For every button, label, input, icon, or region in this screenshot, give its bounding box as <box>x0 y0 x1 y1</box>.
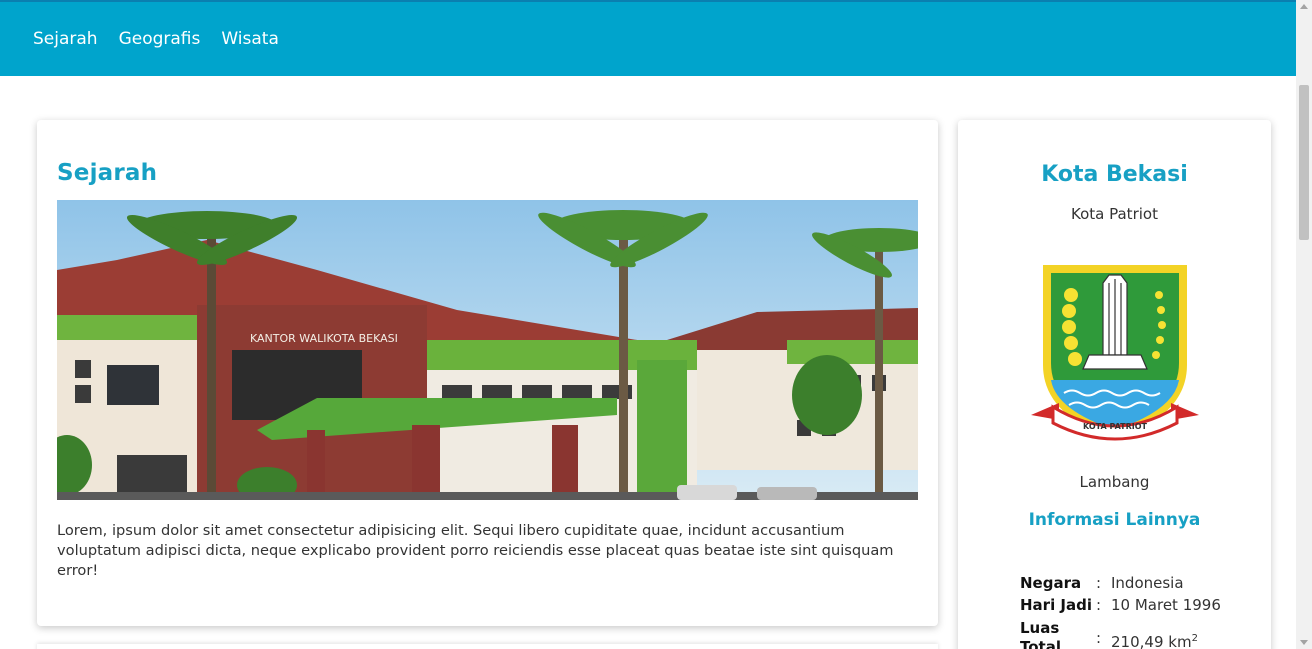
info-row-country: Negara : Indonesia <box>1020 572 1221 594</box>
emblem-caption: Lambang <box>1079 473 1150 491</box>
next-card-peek <box>37 644 938 649</box>
city-emblem-icon: KOTA PATRIOT <box>1030 265 1199 441</box>
emblem-banner-text: KOTA PATRIOT <box>1082 422 1147 431</box>
building-sign-text: KANTOR WALIKOTA BEKASI <box>250 332 398 345</box>
scroll-down-arrow-icon[interactable] <box>1300 640 1308 645</box>
info-value: 10 Maret 1996 <box>1111 596 1221 614</box>
city-title: Kota Bekasi <box>1041 162 1188 187</box>
history-title: Sejarah <box>57 160 158 186</box>
navbar: Sejarah Geografis Wisata <box>0 2 1296 76</box>
city-hall-illustration: KANTOR WALIKOTA BEKASI <box>57 200 918 500</box>
info-row-anniversary: Hari Jadi : 10 Maret 1996 <box>1020 594 1221 616</box>
vertical-scrollbar[interactable] <box>1296 0 1312 649</box>
nav-link-geografis[interactable]: Geografis <box>119 29 201 49</box>
other-info-title: Informasi Lainnya <box>1028 510 1201 530</box>
info-value: Indonesia <box>1111 574 1184 592</box>
history-paragraph: Lorem, ipsum dolor sit amet consectetur … <box>57 522 894 579</box>
info-key: Luas Total <box>1020 619 1061 649</box>
info-value: 210,49 km2 <box>1111 619 1198 649</box>
nav-link-wisata[interactable]: Wisata <box>221 29 279 49</box>
scrollbar-thumb[interactable] <box>1299 85 1309 240</box>
info-key: Negara <box>1020 574 1082 592</box>
history-card: Sejarah KANTOR WALIKOTA BEKASI Lorem, ip… <box>37 120 938 626</box>
area-unit-superscript: 2 <box>1191 633 1198 644</box>
city-nickname: Kota Patriot <box>1071 205 1158 223</box>
city-info-card: Kota Bekasi Kota Patriot KOTA PATRIOT La… <box>958 120 1271 649</box>
city-hall-image: KANTOR WALIKOTA BEKASI <box>57 200 918 500</box>
info-separator: : <box>1096 629 1102 647</box>
scroll-up-arrow-icon[interactable] <box>1300 4 1308 9</box>
info-separator: : <box>1096 574 1102 592</box>
info-separator: : <box>1096 596 1102 614</box>
info-row-area: Luas Total : 210,49 km2 <box>1020 619 1221 649</box>
nav-link-sejarah[interactable]: Sejarah <box>33 29 98 49</box>
info-table: Negara : Indonesia Hari Jadi : 10 Maret … <box>1020 572 1221 649</box>
area-value: 210,49 km <box>1111 633 1192 649</box>
info-key: Hari Jadi <box>1020 596 1093 614</box>
